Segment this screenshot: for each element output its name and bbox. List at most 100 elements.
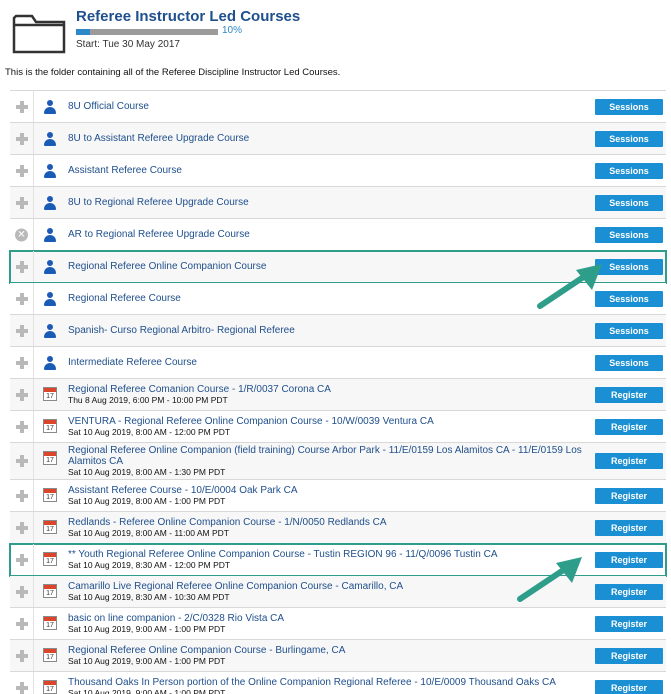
page-title[interactable]: Referee Instructor Led Courses xyxy=(76,8,300,25)
item-text: Intermediate Referee Course xyxy=(68,347,582,378)
sessions-button[interactable]: Sessions xyxy=(595,162,663,179)
course-link[interactable]: Thousand Oaks In Person portion of the O… xyxy=(68,677,582,688)
course-link[interactable]: Assistant Referee Course xyxy=(68,165,582,176)
expand-plus-icon[interactable] xyxy=(16,356,28,369)
expand-plus-icon[interactable] xyxy=(16,553,28,566)
list-item: 8U to Assistant Referee Upgrade Course Se… xyxy=(10,123,666,155)
sessions-button[interactable]: Sessions xyxy=(595,226,663,243)
register-button[interactable]: Register xyxy=(595,418,663,435)
session-date: Sat 10 Aug 2019, 9:00 AM - 1:00 PM PDT xyxy=(68,688,226,694)
item-text: Thousand Oaks In Person portion of the O… xyxy=(68,672,582,694)
calendar-icon: 17 xyxy=(43,488,57,502)
item-text: Regional Referee Online Companion Course xyxy=(68,251,582,282)
course-link[interactable]: Regional Referee Online Companion Course… xyxy=(68,645,582,656)
expand-plus-icon[interactable] xyxy=(16,132,28,145)
calendar-icon: 17 xyxy=(43,584,57,598)
expand-cell xyxy=(10,379,34,410)
expand-cell xyxy=(10,608,34,639)
register-button[interactable]: Register xyxy=(595,615,663,632)
register-button[interactable]: Register xyxy=(595,551,663,568)
list-item: Intermediate Referee Course Sessions xyxy=(10,347,666,379)
expand-cell xyxy=(10,480,34,511)
item-text: Camarillo Live Regional Referee Online C… xyxy=(68,576,582,607)
expand-plus-icon[interactable] xyxy=(16,164,28,177)
item-text: Regional Referee Online Companion (field… xyxy=(68,443,582,479)
expand-plus-icon[interactable] xyxy=(16,196,28,209)
expand-plus-icon[interactable] xyxy=(16,100,28,113)
session-date: Thu 8 Aug 2019, 6:00 PM - 10:00 PM PDT xyxy=(68,395,228,405)
expand-cell xyxy=(10,544,34,575)
expand-plus-icon[interactable] xyxy=(16,489,28,502)
course-link[interactable]: Spanish- Curso Regional Arbitro- Regiona… xyxy=(68,325,582,336)
session-date: Sat 10 Aug 2019, 8:00 AM - 1:00 PM PDT xyxy=(68,496,226,506)
calendar-icon: 17 xyxy=(43,451,57,465)
sessions-button[interactable]: Sessions xyxy=(595,194,663,211)
course-link[interactable]: Intermediate Referee Course xyxy=(68,357,582,368)
person-icon xyxy=(43,99,57,114)
course-link[interactable]: Assistant Referee Course - 10/E/0004 Oak… xyxy=(68,485,582,496)
register-button[interactable]: Register xyxy=(595,519,663,536)
folder-icon xyxy=(12,14,66,54)
item-text: 8U to Assistant Referee Upgrade Course xyxy=(68,123,582,154)
person-icon xyxy=(43,195,57,210)
expand-plus-icon[interactable] xyxy=(16,585,28,598)
expand-cell xyxy=(10,512,34,543)
course-link[interactable]: 8U to Regional Referee Upgrade Course xyxy=(68,197,582,208)
register-button[interactable]: Register xyxy=(595,647,663,664)
course-link[interactable]: Regional Referee Course xyxy=(68,293,582,304)
sessions-button[interactable]: Sessions xyxy=(595,322,663,339)
expand-plus-icon[interactable] xyxy=(16,617,28,630)
list-item: 8U Official Course Sessions xyxy=(10,91,666,123)
item-text: 8U to Regional Referee Upgrade Course xyxy=(68,187,582,218)
progress-bar xyxy=(76,29,218,35)
session-date: Sat 10 Aug 2019, 8:30 AM - 12:00 PM PDT xyxy=(68,560,231,570)
expand-cell xyxy=(10,576,34,607)
session-date: Sat 10 Aug 2019, 8:00 AM - 12:00 PM PDT xyxy=(68,427,231,437)
item-text: Assistant Referee Course - 10/E/0004 Oak… xyxy=(68,480,582,511)
expand-plus-icon[interactable] xyxy=(16,324,28,337)
course-link[interactable]: Camarillo Live Regional Referee Online C… xyxy=(68,581,582,592)
sessions-button[interactable]: Sessions xyxy=(595,354,663,371)
expand-plus-icon[interactable] xyxy=(16,649,28,662)
sessions-button[interactable]: Sessions xyxy=(595,98,663,115)
course-link[interactable]: Regional Referee Comanion Course - 1/R/0… xyxy=(68,384,582,395)
calendar-icon: 17 xyxy=(43,387,57,401)
expand-plus-icon[interactable] xyxy=(16,681,28,694)
item-text: Regional Referee Online Companion Course… xyxy=(68,640,582,671)
expand-cell xyxy=(10,187,34,218)
course-link[interactable]: AR to Regional Referee Upgrade Course xyxy=(68,229,582,240)
sessions-button[interactable]: Sessions xyxy=(595,130,663,147)
annotation-arrow xyxy=(537,264,602,309)
person-icon xyxy=(43,163,57,178)
course-link[interactable]: 8U Official Course xyxy=(68,101,582,112)
expand-cell: ✕ xyxy=(10,219,34,250)
course-link[interactable]: basic on line companion - 2/C/0328 Rio V… xyxy=(68,613,582,624)
progress-percent: 10% xyxy=(222,25,243,36)
register-button[interactable]: Register xyxy=(595,679,663,694)
course-link[interactable]: Redlands - Referee Online Companion Cour… xyxy=(68,517,582,528)
expand-plus-icon[interactable] xyxy=(16,260,28,273)
expand-plus-icon[interactable] xyxy=(16,292,28,305)
course-link[interactable]: Regional Referee Online Companion (field… xyxy=(68,445,582,467)
course-link[interactable]: 8U to Assistant Referee Upgrade Course xyxy=(68,133,582,144)
person-icon xyxy=(43,323,57,338)
session-date: Sat 10 Aug 2019, 8:00 AM - 1:30 PM PDT xyxy=(68,467,226,477)
expand-plus-icon[interactable] xyxy=(16,455,28,467)
expand-cell xyxy=(10,315,34,346)
expand-cell xyxy=(10,640,34,671)
course-link[interactable]: Regional Referee Online Companion Course xyxy=(68,261,582,272)
course-link[interactable]: VENTURA - Regional Referee Online Compan… xyxy=(68,416,582,427)
course-link[interactable]: ** Youth Regional Referee Online Compani… xyxy=(68,549,582,560)
register-button[interactable]: Register xyxy=(595,487,663,504)
close-icon[interactable]: ✕ xyxy=(15,228,28,241)
expand-plus-icon[interactable] xyxy=(16,420,28,433)
register-button[interactable]: Register xyxy=(595,453,663,469)
expand-plus-icon[interactable] xyxy=(16,521,28,534)
item-text: 8U Official Course xyxy=(68,91,582,122)
expand-plus-icon[interactable] xyxy=(16,388,28,401)
register-button[interactable]: Register xyxy=(595,583,663,600)
expand-cell xyxy=(10,155,34,186)
list-item: 17 Regional Referee Online Companion Cour… xyxy=(10,640,666,672)
expand-cell xyxy=(10,672,34,694)
register-button[interactable]: Register xyxy=(595,386,663,403)
